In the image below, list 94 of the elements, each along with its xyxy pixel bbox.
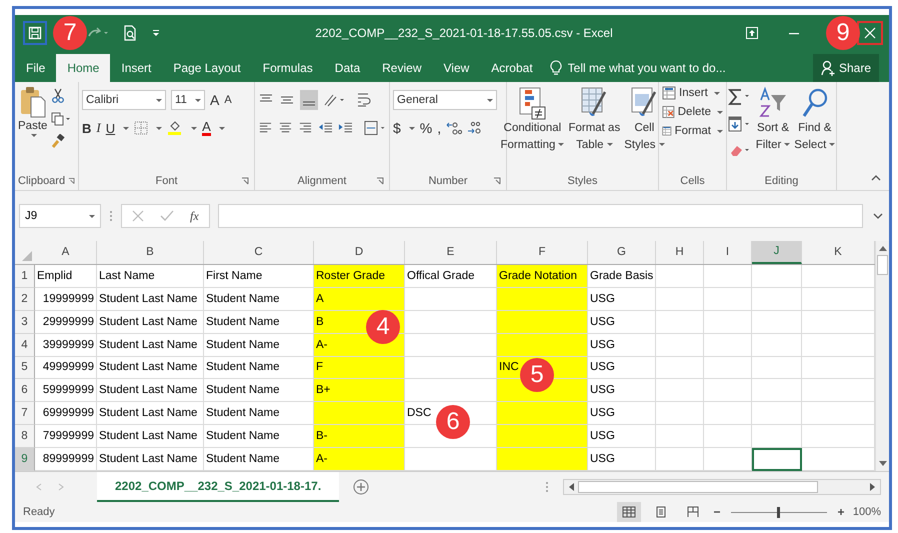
ribbon-tab[interactable]: Acrobat — [480, 54, 544, 82]
cells-button[interactable]: Delete — [662, 105, 723, 119]
group-label: Styles — [568, 175, 598, 187]
font-color-button[interactable]: A — [202, 120, 211, 136]
styles-button[interactable]: Conditional Formatting — [500, 86, 564, 172]
status-text: Ready — [23, 506, 55, 518]
table-cell: 29999999 — [35, 310, 97, 334]
ribbon-tab[interactable]: Home — [56, 54, 110, 82]
table-cell: 49999999 — [35, 356, 97, 380]
group-label: Clipboard — [18, 175, 66, 187]
table-cell: 69999999 — [35, 402, 97, 426]
table-cell: Student Last Name — [97, 288, 204, 311]
column-header[interactable]: J — [752, 241, 802, 264]
row-header[interactable]: 7 — [15, 402, 35, 426]
table-cell: 19999999 — [35, 288, 97, 311]
column-header[interactable]: E — [405, 241, 497, 264]
table-cell: USG — [588, 425, 656, 448]
row-header[interactable]: 1 — [15, 264, 35, 288]
table-cell: USG — [588, 310, 656, 334]
comma-button[interactable]: , — [437, 120, 442, 136]
bold-button[interactable]: B — [82, 120, 92, 136]
table-cell: Student Last Name — [97, 334, 204, 357]
table-cell: Emplid — [35, 264, 97, 288]
column-header[interactable]: C — [204, 241, 314, 264]
window-title: 2202_COMP__232_S_2021-01-18-17.55.05.csv - Excel — [314, 26, 614, 40]
cells-button[interactable]: Insert — [662, 86, 723, 100]
table-cell: Student Last Name — [97, 310, 204, 334]
ribbon-tab[interactable]: Formulas — [252, 54, 324, 82]
name-box[interactable]: J9 — [19, 204, 101, 228]
group-label: Alignment — [298, 175, 346, 187]
row-header[interactable]: 3 — [15, 310, 35, 334]
table-cell: USG — [588, 288, 656, 311]
italic-button[interactable]: I — [96, 120, 101, 136]
table-cell: Last Name — [97, 264, 204, 288]
grow-font-button[interactable]: A — [210, 92, 220, 108]
group-label: Cells — [680, 175, 705, 187]
column-header[interactable]: A — [35, 241, 97, 264]
group-label: Editing — [764, 175, 798, 187]
table-cell: A — [314, 288, 405, 311]
tell-me-field[interactable]: Tell me what you want to do... — [566, 60, 760, 76]
table-cell: USG — [588, 379, 656, 402]
percent-button[interactable]: % — [420, 120, 432, 136]
cells-button[interactable]: Format — [662, 124, 723, 138]
shrink-font-button[interactable]: A — [224, 94, 232, 106]
row-header[interactable]: 8 — [15, 425, 35, 448]
table-cell: Roster Grade — [314, 264, 405, 288]
column-header[interactable]: H — [656, 241, 704, 264]
row-header[interactable]: 9 — [15, 448, 35, 472]
find-select-button[interactable]: Find & Select — [794, 86, 836, 172]
ribbon-tab[interactable]: Data — [324, 54, 372, 82]
ribbon-tab[interactable]: Page Layout — [162, 54, 252, 82]
ribbon-tab[interactable]: File — [15, 54, 56, 82]
row-header[interactable]: 5 — [15, 356, 35, 380]
table-cell: 79999999 — [35, 425, 97, 448]
ribbon-tab[interactable]: Insert — [110, 54, 162, 82]
font-name-dropdown[interactable]: Calibri — [82, 90, 166, 110]
table-cell: Student Last Name — [97, 379, 204, 402]
column-header[interactable]: B — [97, 241, 204, 264]
share-button[interactable]: Share — [812, 54, 879, 82]
table-cell: B- — [314, 425, 405, 448]
styles-button[interactable]: Format as Table — [568, 86, 620, 172]
ribbon-tab[interactable]: View — [432, 54, 480, 82]
row-header[interactable]: 6 — [15, 379, 35, 402]
table-cell: USG — [588, 356, 656, 380]
column-header[interactable]: G — [588, 241, 656, 264]
table-cell: A- — [314, 448, 405, 472]
sort-filter-button[interactable]: Sort & Filter — [756, 86, 790, 172]
table-cell: B+ — [314, 379, 405, 402]
paste-button[interactable]: Paste — [18, 86, 48, 172]
number-format-dropdown[interactable]: General — [393, 90, 497, 110]
insert-function-button[interactable]: fx — [190, 208, 199, 224]
table-cell: Grade Notation — [497, 264, 588, 288]
column-header[interactable]: F — [497, 241, 588, 264]
tell-me-search[interactable]: Tell me what you want to do... — [550, 54, 813, 82]
font-size-dropdown[interactable]: 11 — [171, 90, 205, 110]
table-cell: USG — [588, 402, 656, 426]
ribbon-tab[interactable]: Review — [371, 54, 432, 82]
currency-button[interactable]: $ — [393, 120, 401, 136]
table-cell: 59999999 — [35, 379, 97, 402]
table-cell: Grade Basis — [588, 264, 656, 288]
table-cell: USG — [588, 334, 656, 357]
table-cell: F — [314, 356, 405, 380]
zoom-level[interactable]: 100% — [852, 506, 881, 518]
underline-button[interactable]: U — [106, 120, 116, 136]
sheet-tab[interactable]: 2202_COMP__232_S_2021-01-18-17. — [97, 472, 340, 502]
group-label: Number — [428, 175, 468, 187]
row-header[interactable]: 2 — [15, 288, 35, 311]
table-cell: 39999999 — [35, 334, 97, 357]
row-header[interactable]: 4 — [15, 334, 35, 357]
table-cell: Student Last Name — [97, 425, 204, 448]
table-cell: Student Last Name — [97, 356, 204, 380]
table-cell: Student Last Name — [97, 402, 204, 426]
column-header[interactable]: D — [314, 241, 405, 264]
group-label: Font — [155, 175, 178, 187]
